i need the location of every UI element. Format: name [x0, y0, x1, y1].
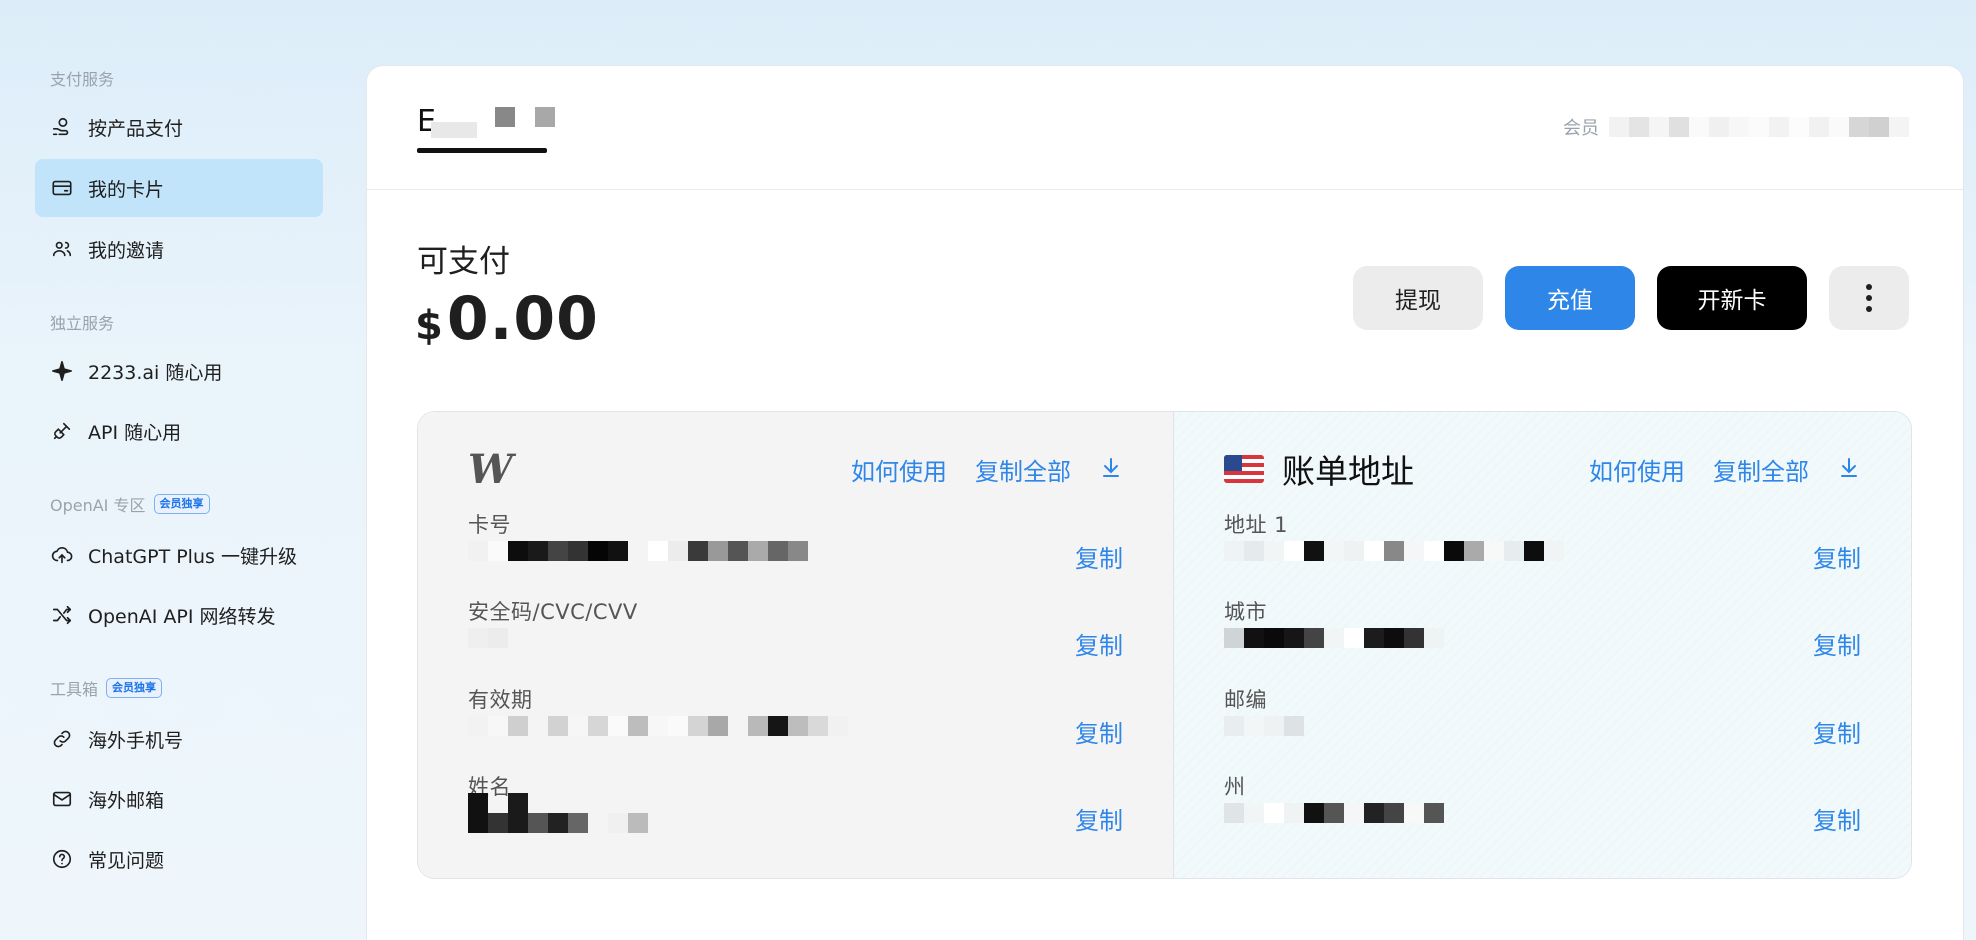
how-to-use-link[interactable]: 如何使用 [1589, 452, 1685, 487]
action-buttons: 提现 充值 开新卡 [1353, 266, 1909, 330]
expiry-label: 有效期 [468, 688, 533, 712]
section-label-independent: 独立服务 [50, 314, 115, 333]
card-number-field: 卡号 复制 [468, 509, 1123, 589]
sidebar: 支付服务 按产品支付 我的卡片 我的邀请 独立服务 2233.ai 随心用 AP… [0, 0, 366, 940]
more-options-button[interactable] [1829, 266, 1909, 330]
sidebar-item-api[interactable]: API 随心用 [35, 402, 323, 460]
state-field: 州 复制 [1224, 771, 1861, 851]
copy-state-button[interactable]: 复制 [1813, 801, 1861, 836]
redacted-cvv [468, 626, 508, 650]
sidebar-item-label: ChatGPT Plus 一键升级 [88, 545, 297, 568]
currency-symbol: $ [415, 303, 443, 349]
copy-name-button[interactable]: 复制 [1075, 801, 1123, 836]
mail-icon [50, 787, 74, 811]
balance-value: $ 0.00 [415, 284, 599, 354]
section-label-tools: 工具箱 会员独享 [50, 676, 163, 700]
more-vertical-icon [1866, 284, 1872, 312]
redacted-member-info [1609, 117, 1909, 137]
users-icon [50, 237, 74, 261]
download-icon[interactable] [1099, 455, 1123, 483]
cardholder-name-field: 姓名 复制 [468, 771, 1123, 851]
copy-zip-button[interactable]: 复制 [1813, 714, 1861, 749]
plug-icon [50, 419, 74, 443]
link-icon [50, 727, 74, 751]
sidebar-item-pay-by-product[interactable]: 按产品支付 [35, 98, 323, 156]
copy-cvv-button[interactable]: 复制 [1075, 626, 1123, 661]
redacted-city [1224, 626, 1444, 650]
sidebar-item-faq[interactable]: 常见问题 [35, 830, 323, 888]
new-card-button[interactable]: 开新卡 [1657, 266, 1807, 330]
redacted-card-number [468, 539, 808, 563]
balance-amount: 0.00 [446, 284, 599, 354]
card-icon [50, 176, 74, 200]
us-flag-icon [1224, 455, 1264, 483]
sidebar-item-label: API 随心用 [88, 421, 182, 444]
sparkle-icon [50, 359, 74, 383]
card-header: W 如何使用 复制全部 [468, 445, 1123, 493]
state-label: 州 [1224, 775, 1246, 799]
member-label: 会员 [1563, 118, 1599, 139]
billing-header: 账单地址 如何使用 复制全部 [1224, 447, 1861, 491]
card-brand-logo: W [468, 445, 513, 493]
redacted-expiry [468, 714, 848, 738]
section-label-pay: 支付服务 [50, 70, 115, 89]
card-number-label: 卡号 [468, 513, 511, 537]
sidebar-item-label: 常见问题 [88, 849, 165, 872]
sidebar-item-label: 海外邮箱 [88, 789, 165, 812]
help-circle-icon [50, 847, 74, 871]
redacted-address1 [1224, 539, 1564, 563]
cvv-label: 安全码/CVC/CVV [468, 600, 638, 624]
billing-address: 账单地址 如何使用 复制全部 地址 1 复制 城市 复制 邮编 复制 州 复制 [1174, 412, 1911, 878]
coin-hand-icon [50, 115, 74, 139]
redacted-zip [1224, 714, 1304, 738]
main-panel: E 会员 可支付 $ 0.00 提现 充值 开新卡 W 如何使用 复制全部 卡号… [367, 66, 1963, 940]
card-panel: W 如何使用 复制全部 卡号 复制 安全码/CVC/CVV 复制 有效期 复制 … [417, 411, 1912, 879]
copy-expiry-button[interactable]: 复制 [1075, 714, 1123, 749]
balance-label: 可支付 [417, 244, 510, 280]
sidebar-item-openai-api-forward[interactable]: OpenAI API 网络转发 [35, 586, 323, 644]
redacted-state [1224, 801, 1444, 825]
billing-title: 账单地址 [1282, 452, 1414, 491]
sidebar-item-label: 海外手机号 [88, 729, 184, 752]
copy-city-button[interactable]: 复制 [1813, 626, 1861, 661]
shuffle-icon [50, 603, 74, 627]
cvv-field: 安全码/CVC/CVV 复制 [468, 596, 1123, 676]
address1-field: 地址 1 复制 [1224, 509, 1861, 589]
copy-card-number-button[interactable]: 复制 [1075, 539, 1123, 574]
sidebar-item-my-cards[interactable]: 我的卡片 [35, 159, 323, 217]
how-to-use-link[interactable]: 如何使用 [851, 452, 947, 487]
section-label-openai: OpenAI 专区 会员独享 [50, 492, 210, 516]
city-field: 城市 复制 [1224, 596, 1861, 676]
zip-field: 邮编 复制 [1224, 684, 1861, 764]
sidebar-item-label: 2233.ai 随心用 [88, 361, 223, 384]
address1-label: 地址 1 [1224, 513, 1289, 537]
cloud-upload-icon [50, 543, 74, 567]
member-info[interactable]: 会员 [1563, 114, 1909, 140]
sidebar-item-label: 按产品支付 [88, 117, 184, 140]
topup-button[interactable]: 充值 [1505, 266, 1635, 330]
top-bar: E 会员 [367, 66, 1963, 190]
zip-label: 邮编 [1224, 688, 1267, 712]
download-icon[interactable] [1837, 455, 1861, 483]
sidebar-item-2233ai[interactable]: 2233.ai 随心用 [35, 342, 323, 400]
sidebar-item-label: 我的卡片 [88, 178, 165, 201]
redacted-cardholder-name [468, 793, 648, 833]
city-label: 城市 [1224, 600, 1267, 624]
sidebar-item-label: OpenAI API 网络转发 [88, 605, 276, 628]
copy-address1-button[interactable]: 复制 [1813, 539, 1861, 574]
sidebar-item-label: 我的邀请 [88, 239, 165, 262]
sidebar-item-my-invites[interactable]: 我的邀请 [35, 220, 323, 278]
sidebar-item-phone-number[interactable]: 海外手机号 [35, 710, 323, 768]
expiry-field: 有效期 复制 [468, 684, 1123, 764]
sidebar-item-email[interactable]: 海外邮箱 [35, 770, 323, 828]
copy-all-link[interactable]: 复制全部 [975, 452, 1071, 487]
member-badge: 会员独享 [153, 494, 210, 514]
copy-all-link[interactable]: 复制全部 [1713, 452, 1809, 487]
card-details: W 如何使用 复制全部 卡号 复制 安全码/CVC/CVV 复制 有效期 复制 … [418, 412, 1174, 878]
sidebar-item-chatgpt-plus[interactable]: ChatGPT Plus 一键升级 [35, 526, 323, 584]
member-badge: 会员独享 [106, 678, 163, 698]
withdraw-button[interactable]: 提现 [1353, 266, 1483, 330]
logo[interactable]: E [417, 104, 555, 154]
